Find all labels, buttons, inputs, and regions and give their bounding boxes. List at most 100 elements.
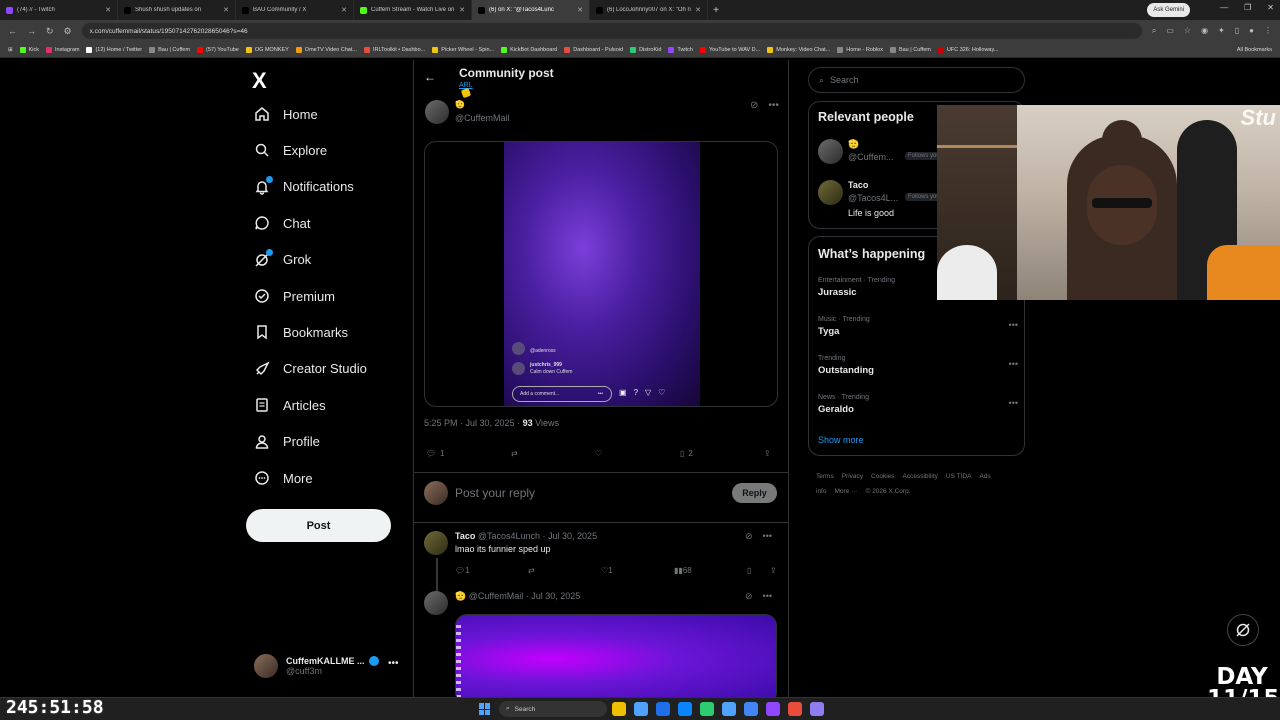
like-action[interactable]: ♡ bbox=[595, 449, 602, 458]
browser-tab[interactable]: Cuffem Stream - Watch Live on ✕ bbox=[354, 0, 472, 20]
footer-link[interactable]: Privacy bbox=[842, 473, 863, 480]
nav-item-grok[interactable]: Grok bbox=[254, 248, 311, 268]
forward-icon[interactable]: → bbox=[27, 26, 36, 36]
grok-float-button[interactable] bbox=[1227, 614, 1259, 646]
account-more-icon[interactable]: ••• bbox=[388, 658, 399, 669]
close-tab-icon[interactable]: ✕ bbox=[223, 6, 229, 14]
share-action[interactable]: ⇪ bbox=[764, 449, 771, 458]
close-tab-icon[interactable]: ✕ bbox=[695, 6, 701, 14]
footer-link[interactable]: © 2026 X Corp. bbox=[866, 488, 911, 495]
search-input[interactable]: ⌕ Search bbox=[808, 67, 1025, 93]
nav-item-explore[interactable]: Explore bbox=[254, 142, 327, 158]
reply-media[interactable] bbox=[455, 614, 777, 704]
account-switcher[interactable]: CuffemKALLME ... @cuff3m ••• bbox=[254, 654, 399, 678]
browser-tab[interactable]: Shush shush updates on ✕ bbox=[118, 0, 236, 20]
nav-item-notifications[interactable]: Notifications bbox=[254, 175, 354, 195]
new-tab-button[interactable]: + bbox=[708, 5, 724, 16]
bookmark-item[interactable]: Kick bbox=[19, 46, 39, 53]
trend-item[interactable]: Music · Trending Tyga ••• bbox=[818, 316, 1018, 337]
nav-item-more[interactable]: More bbox=[254, 470, 313, 486]
bookmark-action[interactable]: ▯ 2 bbox=[680, 449, 693, 458]
bookmark-item[interactable]: Home - Roblox bbox=[837, 46, 883, 53]
author-name[interactable]: 🫡 bbox=[455, 100, 465, 109]
close-tab-icon[interactable]: ✕ bbox=[577, 6, 583, 14]
repost-action[interactable]: ⇄ bbox=[511, 449, 518, 458]
grok-explain-icon[interactable]: ⊘ bbox=[745, 591, 753, 602]
reply-input[interactable]: Post your reply bbox=[455, 486, 535, 500]
nav-item-chat[interactable]: Chat bbox=[254, 215, 310, 231]
author-avatar[interactable] bbox=[425, 100, 449, 124]
taskbar-app-icon[interactable] bbox=[678, 702, 692, 716]
url-field[interactable]: x.com/cuffemmail/status/1950714276202865… bbox=[81, 23, 1142, 39]
puzzle-icon[interactable]: ✦ bbox=[1218, 26, 1225, 36]
post-button[interactable]: Post bbox=[246, 509, 391, 542]
reply-more-icon[interactable]: ••• bbox=[763, 591, 772, 602]
back-arrow-icon[interactable]: ← bbox=[424, 70, 436, 84]
all-bookmarks[interactable]: All Bookmarks bbox=[1237, 47, 1272, 53]
grok-explain-icon[interactable]: ⊘ bbox=[750, 100, 758, 111]
close-tab-icon[interactable]: ✕ bbox=[341, 6, 347, 14]
footer-link[interactable]: US TIDA bbox=[946, 473, 972, 480]
star-icon[interactable]: ☆ bbox=[1184, 26, 1191, 36]
browser-tab[interactable]: (6) on X: "@Tacos4Lunc ✕ bbox=[472, 0, 590, 20]
bookmark-item[interactable]: Twitch bbox=[668, 46, 693, 53]
bookmark-item[interactable]: Dashboard - Pulsoid bbox=[564, 46, 623, 53]
reply-repost-action[interactable]: ⇄ bbox=[528, 566, 535, 575]
nav-item-premium[interactable]: Premium bbox=[254, 288, 335, 304]
grok-explain-icon[interactable]: ⊘ bbox=[745, 531, 753, 542]
browser-tab[interactable]: BAU Community / X ✕ bbox=[236, 0, 354, 20]
reply-more-icon[interactable]: ••• bbox=[763, 531, 772, 542]
minimize-icon[interactable]: — bbox=[1220, 3, 1228, 12]
reply-share-action[interactable]: ⇪ bbox=[770, 566, 777, 575]
cast-icon[interactable]: ▭ bbox=[1166, 26, 1174, 36]
bookmark-item[interactable]: IRLToolkit • Dashbo... bbox=[363, 46, 425, 53]
trend-more-icon[interactable]: ••• bbox=[1009, 359, 1018, 369]
bookmark-item[interactable]: UFC 326: Holloway... bbox=[937, 46, 998, 53]
trend-item[interactable]: News · Trending Geraldo ••• bbox=[818, 394, 1018, 415]
close-tab-icon[interactable]: ✕ bbox=[459, 6, 465, 14]
taskbar-app-icon[interactable] bbox=[634, 702, 648, 716]
author-handle[interactable]: @CuffemMail bbox=[455, 113, 509, 123]
bookmark-item[interactable]: (57) YouTube bbox=[197, 46, 239, 53]
bookmark-item[interactable]: Monkey: Video Chat... bbox=[767, 46, 830, 53]
trend-more-icon[interactable]: ••• bbox=[1009, 398, 1018, 408]
close-window-icon[interactable]: ✕ bbox=[1267, 3, 1274, 12]
reply-like-action[interactable]: ♡ 1 bbox=[601, 566, 613, 575]
footer-link[interactable]: More ··· bbox=[834, 488, 857, 495]
bookmark-item[interactable]: Bau | Cuffem bbox=[889, 46, 931, 53]
nav-item-profile[interactable]: Profile bbox=[254, 434, 320, 450]
reply-author-name[interactable]: Taco bbox=[455, 531, 475, 541]
bookmark-item[interactable]: (12) Home / Twitter bbox=[86, 46, 142, 53]
nav-item-creator-studio[interactable]: Creator Studio bbox=[254, 361, 367, 377]
zoom-icon[interactable]: ⌕ bbox=[1152, 26, 1156, 36]
footer-link[interactable]: Accessibility bbox=[903, 473, 938, 480]
taskbar-app-icon[interactable] bbox=[766, 702, 780, 716]
reply-author-avatar[interactable] bbox=[424, 531, 448, 555]
browser-tab[interactable]: (6) LocoJohnny007 on X: "Oh n ✕ bbox=[590, 0, 708, 20]
bookmark-item[interactable]: OmeTV Video Chat... bbox=[295, 46, 357, 53]
menu-icon[interactable]: ⋮ bbox=[1264, 26, 1272, 36]
reply-bookmark-action[interactable]: ▯ bbox=[747, 566, 751, 575]
bookmark-item[interactable]: Picker Wheel - Spin... bbox=[432, 46, 494, 53]
reload-icon[interactable]: ↻ bbox=[46, 26, 54, 37]
browser-tab[interactable]: (74) // - Twitch ✕ bbox=[0, 0, 118, 20]
maximize-icon[interactable]: ❐ bbox=[1244, 3, 1251, 12]
bookmark-item[interactable]: YouTube to WAV D... bbox=[699, 46, 760, 53]
profile-icon-browser[interactable]: ● bbox=[1249, 26, 1254, 36]
ask-gemini-button[interactable]: Ask Gemini bbox=[1147, 3, 1190, 17]
nav-item-articles[interactable]: Articles bbox=[254, 397, 326, 413]
bookmark-item[interactable]: KickBot Dashboard bbox=[501, 46, 557, 53]
taskbar-app-icon[interactable] bbox=[612, 702, 626, 716]
footer-link[interactable]: Terms bbox=[816, 473, 834, 480]
bookmark-item[interactable]: DistroKid bbox=[630, 46, 661, 53]
post-media[interactable]: @adenross justchris_999 Calm down Cuffem… bbox=[424, 141, 778, 407]
reply-author-name[interactable]: 🫡 bbox=[455, 591, 466, 601]
trend-item[interactable]: Trending Outstanding ••• bbox=[818, 355, 1018, 376]
x-logo[interactable]: X bbox=[252, 68, 267, 94]
nav-item-bookmarks[interactable]: Bookmarks bbox=[254, 324, 348, 340]
taskbar-app-icon[interactable] bbox=[788, 702, 802, 716]
bookmark-item[interactable]: Bau | Cuffem bbox=[149, 46, 190, 53]
bookmark-item[interactable]: Instagram bbox=[46, 46, 79, 53]
taskbar-app-icon[interactable] bbox=[700, 702, 714, 716]
bookmark-item[interactable]: OG MONKEY bbox=[245, 46, 289, 53]
